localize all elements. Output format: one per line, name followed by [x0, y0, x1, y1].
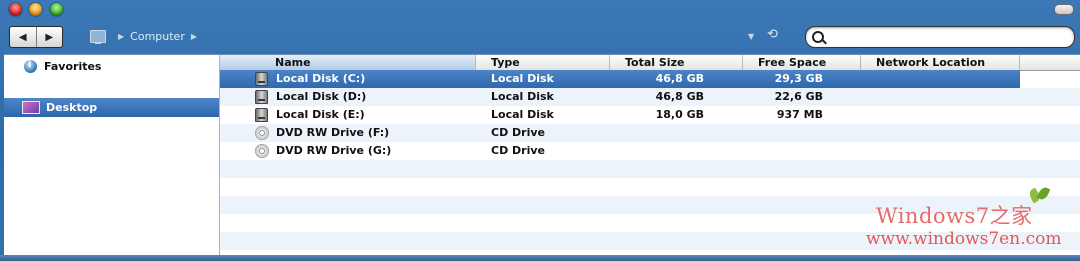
- breadcrumb: ▶ Computer ▶: [90, 28, 203, 44]
- window-bottom-edge: [0, 255, 1080, 261]
- hard-disk-icon: [255, 90, 268, 104]
- column-free-space[interactable]: Free Space: [743, 55, 861, 70]
- dvd-icon: [255, 144, 269, 158]
- row-total-size: 46,8 GB: [655, 90, 704, 103]
- toolbar-toggle-button[interactable]: [1054, 4, 1074, 15]
- sidebar-item-desktop[interactable]: Desktop: [4, 98, 219, 117]
- sidebar-item-label: Desktop: [46, 101, 98, 114]
- navigation-pane: Favorites Desktop: [4, 55, 220, 256]
- table-row[interactable]: DVD RW Drive (G:) CD Drive: [220, 142, 1020, 160]
- column-total-size[interactable]: Total Size: [610, 55, 743, 70]
- column-network-location[interactable]: Network Location: [861, 55, 1020, 70]
- sidebar-item-favorites[interactable]: Favorites: [4, 57, 219, 76]
- row-type: CD Drive: [491, 144, 545, 157]
- table-row[interactable]: Local Disk (C:) Local Disk 46,8 GB 29,3 …: [220, 70, 1020, 88]
- column-header: Name Type Total Size Free Space Network …: [220, 55, 1080, 71]
- breadcrumb-computer[interactable]: Computer: [130, 30, 185, 43]
- title-bar: [0, 0, 1080, 22]
- row-name: DVD RW Drive (F:): [276, 126, 390, 139]
- refresh-icon[interactable]: ⟲: [767, 27, 778, 42]
- row-type: Local Disk: [491, 108, 554, 121]
- row-free-space: 937 MB: [776, 108, 823, 121]
- row-free-space: 29,3 GB: [774, 72, 823, 85]
- search-box[interactable]: [805, 26, 1075, 48]
- toolbar: ◀ ▶ ▶ Computer ▶ ▼ ⟲: [0, 22, 1080, 52]
- row-type: CD Drive: [491, 126, 545, 139]
- chevron-right-icon[interactable]: ▶: [191, 32, 197, 41]
- chevron-down-icon[interactable]: ▼: [748, 32, 754, 41]
- computer-icon: [90, 29, 106, 44]
- desktop-icon: [22, 101, 40, 114]
- zoom-button[interactable]: [50, 3, 63, 16]
- sidebar-item-label: Favorites: [44, 60, 102, 73]
- row-name: DVD RW Drive (G:): [276, 144, 392, 157]
- hard-disk-icon: [255, 108, 268, 122]
- row-total-size: 18,0 GB: [655, 108, 704, 121]
- file-list: Name Type Total Size Free Space Network …: [220, 55, 1080, 256]
- column-name[interactable]: Name: [220, 55, 476, 70]
- row-free-space: [743, 124, 823, 142]
- table-row[interactable]: Local Disk (E:) Local Disk 18,0 GB 937 M…: [220, 106, 1020, 124]
- row-total-size: 46,8 GB: [655, 72, 704, 85]
- row-name: Local Disk (C:): [276, 72, 366, 85]
- chevron-right-icon: ▶: [118, 31, 125, 41]
- row-total-size: [610, 142, 704, 160]
- hard-disk-icon: [255, 72, 268, 86]
- info-icon: [24, 59, 37, 73]
- nav-buttons: ◀ ▶: [9, 26, 63, 48]
- row-free-space: [743, 142, 823, 160]
- minimize-button[interactable]: [29, 3, 42, 16]
- column-filler: [1020, 55, 1080, 70]
- content-area: Favorites Desktop Name Type Total Size F…: [4, 54, 1080, 256]
- row-total-size: [610, 124, 704, 142]
- search-input[interactable]: [828, 29, 1068, 45]
- search-icon: [812, 31, 824, 43]
- column-type[interactable]: Type: [476, 55, 610, 70]
- row-name: Local Disk (E:): [276, 108, 365, 121]
- close-button[interactable]: [9, 3, 22, 16]
- row-name: Local Disk (D:): [276, 90, 367, 103]
- row-type: Local Disk: [491, 90, 554, 103]
- dvd-icon: [255, 126, 269, 140]
- forward-button[interactable]: ▶: [35, 27, 63, 47]
- row-free-space: 22,6 GB: [774, 90, 823, 103]
- explorer-window: ◀ ▶ ▶ Computer ▶ ▼ ⟲ Favorites Desktop: [0, 0, 1080, 261]
- row-type: Local Disk: [491, 72, 554, 85]
- back-button[interactable]: ◀: [10, 27, 36, 47]
- table-row[interactable]: DVD RW Drive (F:) CD Drive: [220, 124, 1020, 142]
- table-row[interactable]: Local Disk (D:) Local Disk 46,8 GB 22,6 …: [220, 88, 1020, 106]
